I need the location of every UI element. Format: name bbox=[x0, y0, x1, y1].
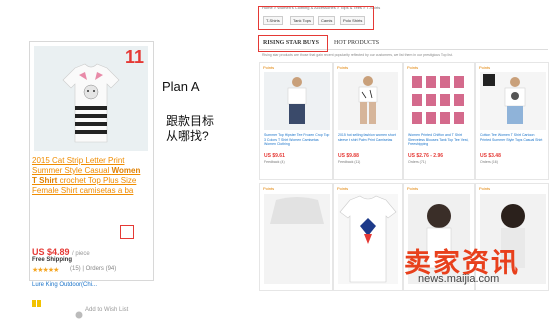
product-price: US $9.61 bbox=[264, 153, 285, 159]
product-price: US $2.76 - 2.96 bbox=[408, 153, 444, 159]
rank-number: 11 bbox=[124, 47, 144, 67]
category-polo-shirts[interactable]: Polo Shirts bbox=[340, 16, 366, 25]
tab-rising-star[interactable]: RISING STAR BUYS bbox=[263, 40, 319, 46]
product-image[interactable] bbox=[338, 194, 398, 284]
product-tile[interactable]: Points bbox=[259, 183, 333, 291]
medal-icon bbox=[32, 295, 42, 313]
points-label: Points bbox=[337, 186, 349, 191]
highlight-box bbox=[120, 225, 134, 239]
product-tile[interactable]: Points Cotton Tee Women T Shirt Cartoon … bbox=[475, 62, 549, 180]
category-tank-tops[interactable]: Tank Tops bbox=[290, 16, 314, 25]
product-title-link[interactable]: 2015 Cat Strip Letter Print Summer Style… bbox=[32, 156, 147, 196]
product-image[interactable] bbox=[338, 72, 398, 130]
product-title-link[interactable]: Summer Top Hipster Tee Frozen Crop Top 3… bbox=[264, 133, 330, 147]
product-feedback[interactable]: Feedback (4) bbox=[264, 160, 285, 164]
wishlist-link[interactable]: Add to Wish List bbox=[85, 307, 128, 313]
product-feedback[interactable]: Orders (16) bbox=[480, 160, 498, 164]
product-price: US $3.48 bbox=[480, 153, 501, 159]
product-card[interactable]: 11 2015 Cat Strip Letter Print Summer St… bbox=[29, 41, 154, 319]
product-image[interactable] bbox=[264, 72, 330, 130]
product-image[interactable] bbox=[264, 194, 330, 284]
product-tile[interactable]: Points 2015 hot selling fashion women sh… bbox=[333, 62, 403, 180]
product-title-link[interactable]: Women Printed Chiffon and T Shirt Sleeve… bbox=[408, 133, 470, 147]
plan-label: Plan A bbox=[162, 79, 200, 94]
tab-hot-products[interactable]: HOT PRODUCTS bbox=[334, 40, 379, 46]
product-image[interactable]: 11 bbox=[34, 46, 148, 151]
product-tile[interactable]: Points Women Printed Chiffon and T Shirt… bbox=[403, 62, 475, 180]
product-image[interactable] bbox=[480, 72, 546, 130]
watermark-url: news.maijia.com bbox=[418, 273, 500, 285]
product-image[interactable] bbox=[408, 72, 470, 130]
product-tile[interactable]: Points Summer Top Hipster Tee Frozen Cro… bbox=[259, 62, 333, 180]
rating-stars: ★★★★★ bbox=[32, 267, 59, 274]
category-camis[interactable]: Camis bbox=[318, 16, 336, 25]
points-label: Points bbox=[407, 186, 419, 191]
note-line-2: 从哪找? bbox=[166, 129, 209, 143]
heart-icon[interactable] bbox=[75, 306, 83, 324]
section-description: Rising star products are those that gain… bbox=[262, 53, 453, 57]
points-label: Points bbox=[337, 65, 349, 70]
product-title-link[interactable]: 2015 hot selling fashion women short sle… bbox=[338, 133, 398, 142]
points-label: Points bbox=[479, 186, 491, 191]
product-title-link[interactable]: Cotton Tee Women T Shirt Cartoon Printed… bbox=[480, 133, 546, 142]
tshirt-image bbox=[62, 63, 120, 143]
points-label: Points bbox=[479, 65, 491, 70]
points-label: Points bbox=[407, 65, 419, 70]
points-label: Points bbox=[263, 186, 275, 191]
product-price: US $9.88 bbox=[338, 153, 359, 159]
reviews-orders[interactable]: (15) | Orders (94) bbox=[70, 266, 116, 272]
product-feedback[interactable]: Orders (71) bbox=[408, 160, 426, 164]
store-link[interactable]: Lure King Outdoor(Chi... bbox=[32, 282, 97, 288]
product-price: US $4.89 / piece bbox=[32, 247, 90, 257]
product-tile[interactable]: Points bbox=[333, 183, 403, 291]
product-feedback[interactable]: Feedback (11) bbox=[338, 160, 360, 164]
shipping-label: Free Shipping bbox=[32, 257, 73, 263]
category-tshirts[interactable]: T-Shirts bbox=[263, 16, 283, 25]
points-label: Points bbox=[263, 65, 275, 70]
